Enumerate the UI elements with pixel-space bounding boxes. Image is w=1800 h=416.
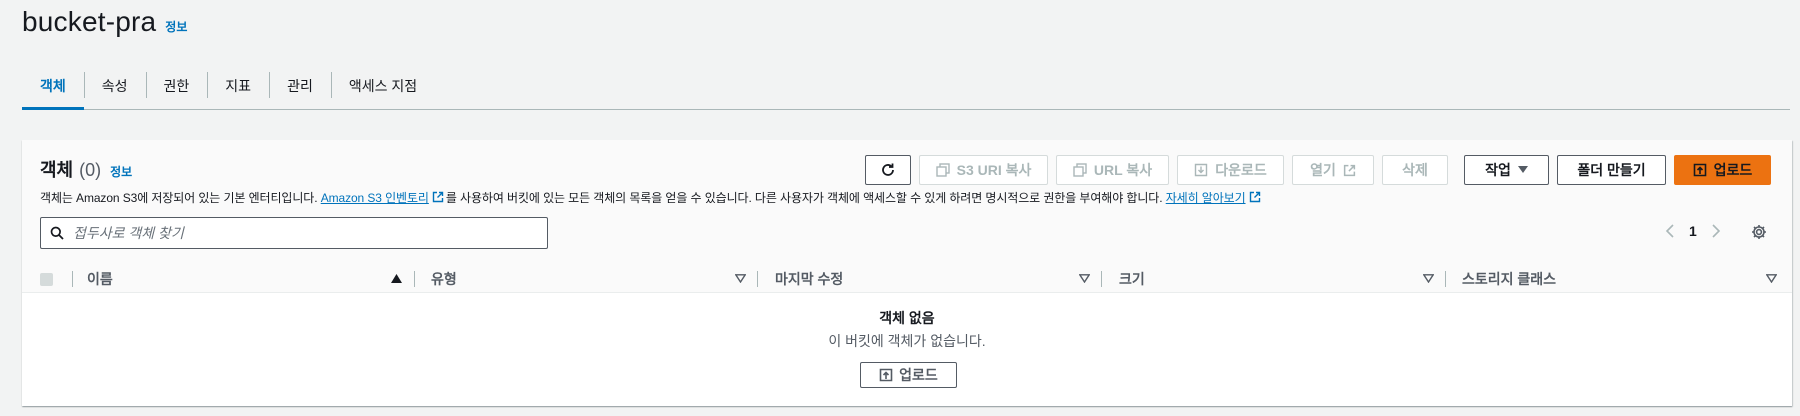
select-all-checkbox[interactable] xyxy=(40,273,53,286)
actions-label: 작업 xyxy=(1485,162,1511,178)
tab-properties[interactable]: 속성 xyxy=(83,62,146,109)
objects-info-link[interactable]: 정보 xyxy=(110,163,132,180)
tab-bar: 객체 속성 권한 지표 관리 액세스 지점 xyxy=(22,62,1790,110)
sort-ascending-icon[interactable] xyxy=(391,274,402,283)
page-number[interactable]: 1 xyxy=(1689,223,1697,239)
create-folder-button[interactable]: 폴더 만들기 xyxy=(1557,155,1666,185)
page-info-link[interactable]: 정보 xyxy=(165,18,187,35)
copy-icon xyxy=(1073,163,1087,177)
objects-panel-title: 객체 (0) 정보 xyxy=(40,156,132,182)
tab-objects[interactable]: 객체 xyxy=(22,62,84,110)
tab-access-points[interactable]: 액세스 지점 xyxy=(330,62,435,109)
objects-description: 객체는 Amazon S3에 저장되어 있는 기본 엔터티입니다. Amazon… xyxy=(40,189,1263,206)
refresh-icon xyxy=(882,163,894,176)
description-text-1: 객체는 Amazon S3에 저장되어 있는 기본 엔터티입니다. xyxy=(40,191,321,205)
sort-icon[interactable] xyxy=(735,274,746,283)
column-divider xyxy=(72,271,73,287)
column-divider xyxy=(1445,271,1446,287)
pagination: 1 xyxy=(1665,223,1721,239)
search-icon xyxy=(50,226,64,240)
objects-panel: 객체 (0) 정보 객체는 Amazon S3에 저장되어 있는 기본 엔터티입… xyxy=(22,140,1792,406)
objects-count: (0) xyxy=(79,160,102,180)
empty-state-title: 객체 없음 xyxy=(879,310,935,326)
learn-more-link[interactable]: 자세히 알아보기 xyxy=(1166,191,1246,205)
download-label: 다운로드 xyxy=(1215,162,1267,178)
upload-icon xyxy=(1693,163,1706,177)
copy-url-button[interactable]: URL 복사 xyxy=(1056,155,1169,185)
column-divider xyxy=(757,271,758,287)
copy-s3-uri-label: S3 URI 복사 xyxy=(956,162,1032,178)
external-link-icon xyxy=(1249,191,1260,203)
empty-state-description: 이 버킷에 객체가 없습니다. xyxy=(828,333,986,349)
upload-label: 업로드 xyxy=(1713,162,1753,178)
chevron-right-icon[interactable] xyxy=(1711,224,1721,238)
gear-icon[interactable] xyxy=(1751,224,1767,240)
external-link-icon xyxy=(1343,164,1356,176)
tab-management[interactable]: 관리 xyxy=(269,62,331,109)
page-header: bucket-pra 정보 xyxy=(22,6,187,38)
column-header-last-modified[interactable]: 마지막 수정 xyxy=(775,265,843,293)
caret-down-icon xyxy=(1517,166,1528,173)
download-icon xyxy=(1195,163,1208,177)
copy-s3-uri-button[interactable]: S3 URI 복사 xyxy=(919,155,1048,185)
page-title: bucket-pra xyxy=(22,6,157,37)
column-header-size[interactable]: 크기 xyxy=(1119,265,1145,293)
column-header-type[interactable]: 유형 xyxy=(431,265,457,293)
empty-upload-button[interactable]: 업로드 xyxy=(860,362,957,388)
copy-icon xyxy=(935,163,950,177)
column-header-name[interactable]: 이름 xyxy=(87,265,113,293)
upload-button[interactable]: 업로드 xyxy=(1674,155,1771,185)
tab-permissions[interactable]: 권한 xyxy=(145,62,208,109)
refresh-button[interactable] xyxy=(865,155,911,185)
column-divider xyxy=(1101,271,1102,287)
column-divider xyxy=(414,271,415,287)
objects-title: 객체 xyxy=(40,160,74,180)
actions-dropdown[interactable]: 작업 xyxy=(1464,155,1549,185)
upload-icon xyxy=(879,368,893,382)
search-box[interactable] xyxy=(40,217,548,249)
empty-upload-label: 업로드 xyxy=(899,367,938,383)
delete-label: 삭제 xyxy=(1402,162,1428,178)
objects-panel-header: 객체 (0) 정보 객체는 Amazon S3에 저장되어 있는 기본 엔터티입… xyxy=(22,140,1792,265)
description-text-2: 를 사용하여 버킷에 있는 모든 객체의 목록을 얻을 수 있습니다. 다른 사… xyxy=(445,191,1166,205)
open-button[interactable]: 열기 xyxy=(1292,155,1374,185)
table-header: 이름 유형 마지막 수정 크기 스토리지 클래스 xyxy=(22,265,1792,293)
chevron-left-icon[interactable] xyxy=(1665,224,1675,238)
open-label: 열기 xyxy=(1310,162,1336,178)
search-input[interactable] xyxy=(73,225,513,241)
external-link-icon xyxy=(432,191,444,203)
delete-button[interactable]: 삭제 xyxy=(1382,155,1448,185)
sort-icon[interactable] xyxy=(1766,274,1777,283)
sort-icon[interactable] xyxy=(1423,274,1434,283)
tab-metrics[interactable]: 지표 xyxy=(207,62,269,109)
sort-icon[interactable] xyxy=(1079,274,1090,283)
copy-url-label: URL 복사 xyxy=(1093,162,1153,178)
download-button[interactable]: 다운로드 xyxy=(1177,155,1284,185)
column-header-storage-class[interactable]: 스토리지 클래스 xyxy=(1462,265,1556,293)
inventory-link[interactable]: Amazon S3 인벤토리 xyxy=(321,191,429,205)
create-folder-label: 폴더 만들기 xyxy=(1577,162,1646,178)
